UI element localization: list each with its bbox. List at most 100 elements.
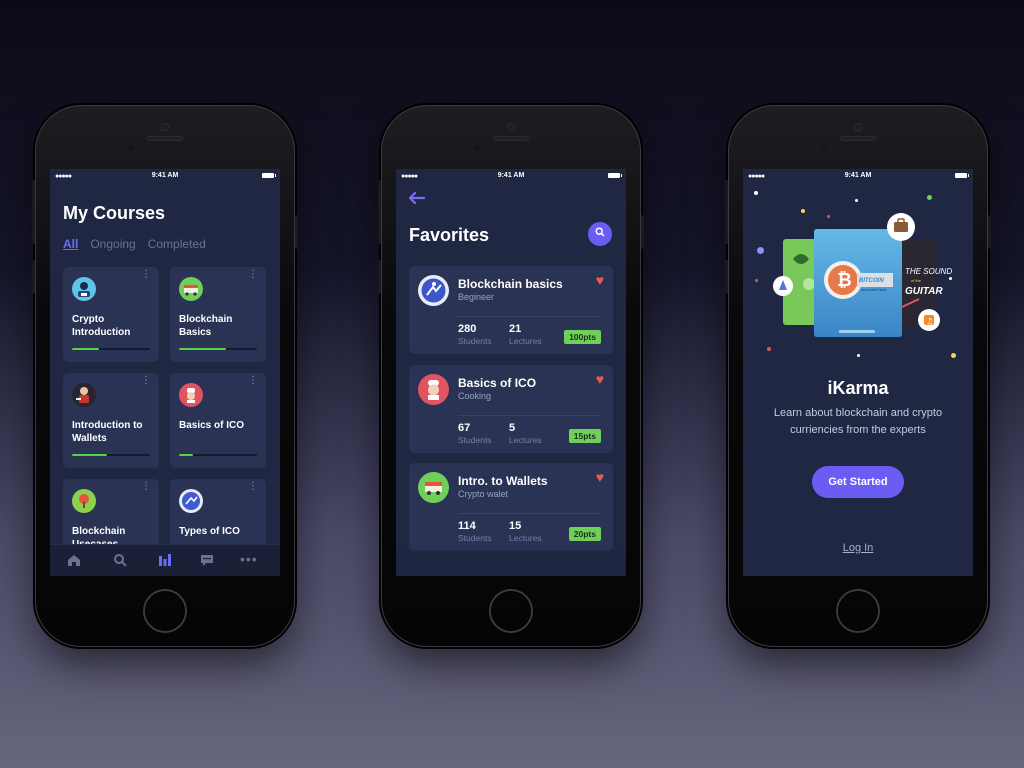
- earpiece-speaker: [840, 136, 876, 141]
- proximity-sensor: [474, 145, 480, 151]
- favorite-subtitle: Crypto walet: [458, 489, 509, 499]
- get-started-button[interactable]: Get Started: [812, 466, 904, 498]
- battery-icon: [608, 173, 622, 178]
- courses-screen: ●●●●● 9:41 AM My Courses All Ongoing Com…: [50, 169, 280, 576]
- course-label: Types of ICO: [179, 526, 240, 537]
- scroll-fade: [396, 546, 626, 576]
- status-time: 9:41 AM: [497, 172, 525, 179]
- filter-tabs: All Ongoing Completed: [63, 237, 206, 251]
- battery-icon: [262, 173, 276, 178]
- page-title: Favorites: [409, 225, 490, 245]
- back-arrow-icon[interactable]: [408, 191, 426, 208]
- lectures-label: Lectures: [509, 435, 542, 445]
- home-button[interactable]: [836, 589, 880, 633]
- students-count: 280: [458, 323, 477, 335]
- tab-ongoing[interactable]: Ongoing: [90, 237, 135, 251]
- user-avatar-icon: [72, 277, 96, 301]
- divider: [458, 316, 601, 317]
- chat-icon[interactable]: [200, 553, 214, 570]
- home-icon[interactable]: [67, 553, 81, 570]
- more-vertical-icon[interactable]: ⋮: [141, 376, 151, 386]
- status-bar: ●●●●● 9:41 AM: [396, 169, 626, 183]
- more-vertical-icon[interactable]: ⋮: [141, 482, 151, 492]
- heart-icon[interactable]: ♥: [596, 371, 604, 387]
- bitcoin-sign-subtext: accepted here: [861, 287, 887, 292]
- favorite-card[interactable]: Intro. to Wallets Crypto walet ♥ 114 Stu…: [409, 463, 613, 551]
- more-vertical-icon[interactable]: ⋮: [248, 482, 258, 492]
- more-vertical-icon[interactable]: ⋮: [141, 270, 151, 280]
- progress-fill: [179, 454, 194, 456]
- course-card[interactable]: ⋮ Basics of ICO: [170, 373, 266, 468]
- front-camera: [508, 124, 514, 130]
- lectures-count: 15: [509, 520, 522, 532]
- search-icon: [595, 227, 605, 237]
- more-vertical-icon[interactable]: ⋮: [248, 270, 258, 280]
- more-icon[interactable]: •••: [240, 551, 258, 567]
- course-label: Introduction to Wallets: [72, 420, 143, 444]
- svg-text:₿: ₿: [837, 270, 852, 290]
- lectures-count: 21: [509, 323, 522, 335]
- students-count: 114: [458, 520, 476, 532]
- tab-completed[interactable]: Completed: [148, 237, 206, 251]
- points-badge: 20pts: [568, 527, 601, 541]
- proximity-sensor: [128, 145, 134, 151]
- progress-bar: [72, 348, 150, 350]
- favorites-screen: ●●●●● 9:41 AM Favorites Blockchain basic…: [396, 169, 626, 576]
- person-avatar-icon: [72, 383, 96, 407]
- home-button[interactable]: [489, 589, 533, 633]
- truck-avatar-icon: [179, 277, 203, 301]
- lectures-label: Lectures: [509, 336, 542, 346]
- chef-avatar-icon: [418, 374, 449, 405]
- course-card[interactable]: ⋮ Introduction to Wallets: [63, 373, 159, 468]
- progress-fill: [72, 348, 100, 350]
- progress-fill: [72, 454, 108, 456]
- runner-avatar-icon: [418, 275, 449, 306]
- of-text: of the: [911, 278, 922, 283]
- front-camera: [162, 124, 168, 130]
- status-bar: ●●●●● 9:41 AM: [50, 169, 280, 183]
- progress-fill: [179, 348, 226, 350]
- progress-bar: [179, 454, 257, 456]
- favorite-title: Basics of ICO: [458, 376, 537, 390]
- favorite-card[interactable]: Blockchain basics Begineer ♥ 280 Student…: [409, 266, 613, 354]
- course-card[interactable]: ⋮ Crypto Introduction: [63, 267, 159, 362]
- favorite-subtitle: Begineer: [458, 292, 495, 302]
- app-name: iKarma: [827, 378, 889, 398]
- bitcoin-sign-text: BITCOIN: [859, 278, 884, 284]
- chart-icon[interactable]: [158, 553, 172, 570]
- earpiece-speaker: [147, 136, 183, 141]
- search-icon[interactable]: [113, 553, 127, 570]
- proximity-sensor: [821, 145, 827, 151]
- page-title: My Courses: [63, 203, 166, 223]
- home-button[interactable]: [143, 589, 187, 633]
- course-card[interactable]: ⋮ Blockchain Basics: [170, 267, 266, 362]
- onboarding-screen: ●●●●● 9:41 AM ₿ BITCOIN accepted here TH…: [743, 169, 973, 576]
- truck-avatar-icon: [418, 472, 449, 503]
- search-button[interactable]: [588, 222, 612, 246]
- tab-all[interactable]: All: [63, 237, 78, 251]
- lectures-count: 5: [509, 422, 516, 434]
- status-time: 9:41 AM: [844, 172, 872, 179]
- heart-icon[interactable]: ♥: [596, 272, 604, 288]
- divider: [458, 415, 601, 416]
- course-label: Crypto Introduction: [72, 314, 131, 338]
- more-vertical-icon[interactable]: ⋮: [248, 376, 258, 386]
- students-count: 67: [458, 422, 471, 434]
- progress-bar: [179, 348, 257, 350]
- tree-avatar-icon: [72, 489, 96, 513]
- phone-favorites: ●●●●● 9:41 AM Favorites Blockchain basic…: [378, 105, 644, 647]
- login-link[interactable]: Log In: [743, 542, 973, 554]
- points-badge: 15pts: [568, 429, 601, 443]
- battery-icon: [955, 173, 969, 178]
- course-label: Basics of ICO: [179, 420, 245, 431]
- favorite-card[interactable]: Basics of ICO Cooking ♥ 67 Students 5 Le…: [409, 365, 613, 453]
- crypto-illustration: ₿ BITCOIN accepted here THE SOUND of the…: [773, 213, 952, 337]
- svg-text:♫: ♫: [926, 317, 933, 326]
- students-label: Students: [458, 435, 492, 445]
- lectures-label: Lectures: [509, 533, 542, 543]
- students-label: Students: [458, 336, 492, 346]
- heart-icon[interactable]: ♥: [596, 469, 604, 485]
- front-camera: [855, 124, 861, 130]
- phone-courses: ●●●●● 9:41 AM My Courses All Ongoing Com…: [32, 105, 298, 647]
- status-time: 9:41 AM: [151, 172, 179, 179]
